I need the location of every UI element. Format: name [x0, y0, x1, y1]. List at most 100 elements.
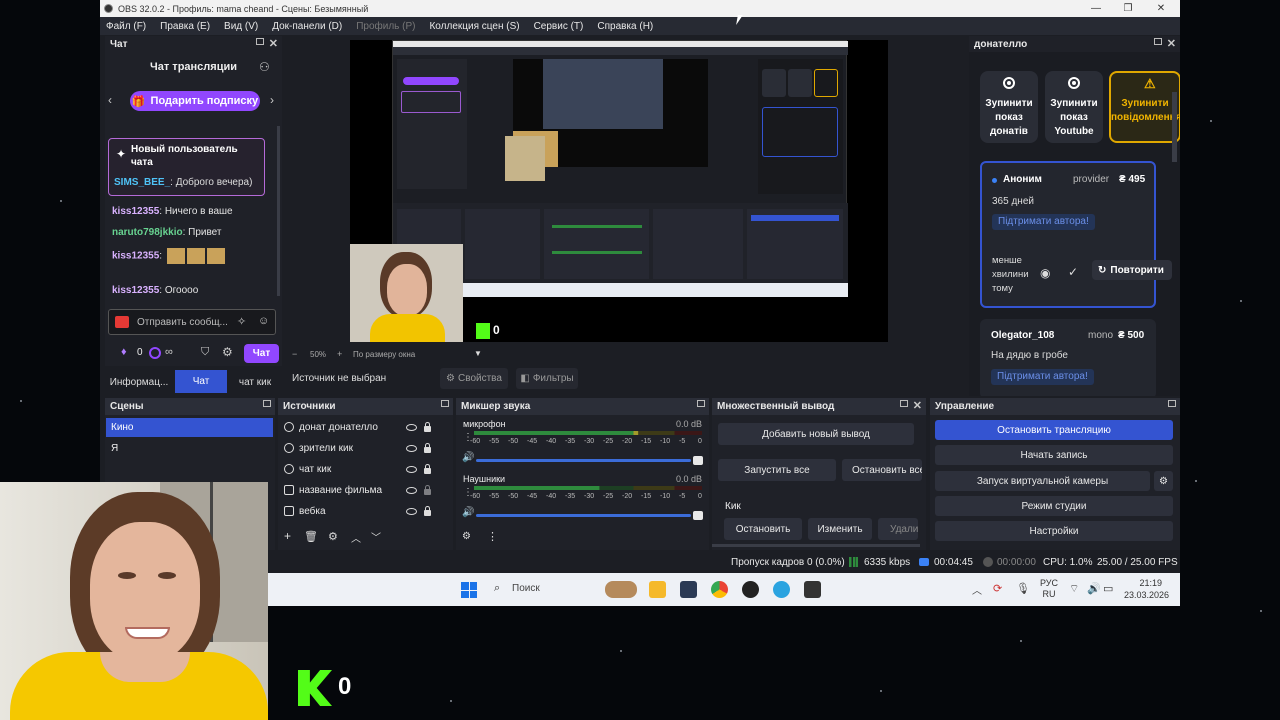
chevron-down-icon[interactable]: ▼ — [474, 349, 482, 358]
add-output-button[interactable]: Добавить новый вывод — [718, 423, 914, 445]
studio-mode-button[interactable]: Режим студии — [935, 496, 1173, 516]
chevron-right-icon[interactable]: › — [270, 93, 274, 107]
chat-scrollbar[interactable] — [277, 126, 280, 296]
emoji-icon[interactable]: ☺ — [258, 315, 269, 327]
lock-icon[interactable] — [424, 506, 431, 516]
trash-icon[interactable]: 🗑 — [304, 530, 318, 543]
close-icon[interactable]: ✕ — [1167, 37, 1176, 50]
chat-username[interactable]: naruto798jkkio — [112, 227, 183, 238]
menu-view[interactable]: Вид (V) — [218, 21, 266, 32]
eye-icon[interactable] — [406, 507, 417, 515]
battery-icon[interactable]: ▭ — [1103, 582, 1113, 595]
menu-scene-collection[interactable]: Коллекция сцен (S) — [423, 21, 527, 32]
properties-button[interactable]: ⚙ Свойства — [440, 368, 508, 389]
volume-icon[interactable]: 🔊 — [1087, 582, 1101, 595]
repeat-button[interactable]: ↻ Повторити — [1092, 260, 1172, 280]
edit-output-button[interactable]: Изменить — [808, 518, 872, 540]
float-icon[interactable] — [900, 400, 908, 407]
horizontal-scrollbar[interactable] — [712, 544, 920, 547]
eye-icon[interactable] — [406, 465, 417, 473]
eye-icon[interactable] — [406, 444, 417, 452]
shield-icon[interactable]: ⛉ — [201, 346, 209, 359]
tab-info[interactable]: Информац... — [105, 372, 173, 392]
source-item[interactable]: название фильма — [284, 481, 431, 499]
chat-username[interactable]: kiss12355 — [112, 206, 159, 217]
mic-icon[interactable]: 🎙 — [1016, 582, 1030, 595]
settings-button[interactable]: Настройки — [935, 521, 1173, 541]
users-icon[interactable]: ⚇ — [259, 60, 270, 74]
float-icon[interactable] — [697, 400, 705, 407]
chat-send-button[interactable]: Чат — [244, 344, 279, 363]
menu-profile[interactable]: Профиль (P) — [350, 21, 423, 32]
search-icon[interactable]: ⌕ — [494, 582, 500, 595]
chevron-up-icon[interactable]: ︿ — [351, 530, 361, 545]
wifi-icon[interactable]: ⌔ — [1069, 582, 1079, 596]
float-icon[interactable] — [263, 400, 271, 407]
maximize-button[interactable]: ❐ — [1113, 0, 1143, 17]
source-item[interactable]: чат кик — [284, 460, 431, 478]
eye-icon[interactable] — [406, 423, 417, 431]
stop-donations-button[interactable]: Зупинити показ донатів — [980, 71, 1038, 143]
minimize-button[interactable]: — — [1081, 0, 1111, 17]
gear-icon[interactable]: ⚙ — [222, 345, 233, 359]
search-highlight-icon[interactable] — [605, 581, 637, 598]
chevron-up-icon[interactable]: ︿ — [972, 582, 982, 597]
float-icon[interactable] — [441, 400, 449, 407]
preview-canvas[interactable]: 0 — [350, 40, 888, 342]
taskbar-search[interactable]: Поиск — [512, 583, 540, 594]
chat-username[interactable]: kiss12355 — [112, 251, 159, 262]
language-indicator[interactable]: РУС RU — [1040, 578, 1058, 600]
chevron-left-icon[interactable]: ‹ — [108, 93, 112, 107]
start-all-button[interactable]: Запустить все — [718, 459, 836, 481]
speaker-icon[interactable]: 🔊 — [462, 452, 474, 463]
unlock-icon[interactable] — [424, 485, 431, 495]
close-icon[interactable]: ✕ — [913, 399, 922, 412]
chevron-down-icon[interactable]: ﹀ — [371, 529, 381, 544]
sync-icon[interactable]: ⟳ — [993, 582, 1002, 595]
stop-all-button[interactable]: Остановить все — [842, 459, 922, 481]
source-item[interactable]: зрители кик — [284, 439, 431, 457]
support-author-link[interactable]: Підтримати автора! — [991, 369, 1094, 385]
float-icon[interactable] — [1168, 400, 1176, 407]
stop-stream-button[interactable]: Остановить трансляцию — [935, 420, 1173, 440]
clock[interactable]: 21:19 23.03.2026 — [1124, 577, 1169, 601]
gear-icon[interactable]: ⚙ — [462, 531, 471, 542]
chat-username[interactable]: kiss12355 — [112, 285, 159, 296]
volume-slider[interactable] — [476, 456, 703, 465]
telegram-icon[interactable] — [773, 581, 790, 598]
menu-tools[interactable]: Сервис (T) — [528, 21, 592, 32]
lock-icon[interactable] — [424, 464, 431, 474]
source-item[interactable]: вебка — [284, 502, 431, 520]
chat-username[interactable]: SIMS_BEE_ — [114, 177, 170, 188]
check-icon[interactable]: ✓ — [1068, 265, 1078, 279]
filters-button[interactable]: ◧ Фильтры — [516, 368, 578, 389]
folder-icon[interactable] — [649, 581, 666, 598]
gift-subscription-button[interactable]: 🎁 Подарить подписку — [130, 91, 260, 111]
gear-icon[interactable]: ⚙ — [328, 530, 338, 543]
obs-taskbar-icon[interactable] — [742, 581, 759, 598]
terminal-icon[interactable] — [804, 581, 821, 598]
eye-icon[interactable] — [406, 486, 417, 494]
stop-youtube-button[interactable]: Зупинити показ Youtube — [1045, 71, 1103, 143]
stop-messages-button[interactable]: ⚠ Зупинити повідомлення — [1109, 71, 1180, 143]
speaker-icon[interactable]: 🔊 — [462, 507, 474, 518]
menu-docks[interactable]: Док-панели (D) — [266, 21, 350, 32]
donatello-scrollbar[interactable] — [1172, 92, 1177, 162]
tab-kick-chat[interactable]: чат кик — [230, 372, 280, 392]
source-item[interactable]: донат донателло — [284, 418, 431, 436]
stop-output-button[interactable]: Остановить — [724, 518, 802, 540]
menu-help[interactable]: Справка (H) — [591, 21, 661, 32]
menu-file[interactable]: Файл (F) — [100, 21, 154, 32]
gear-icon[interactable]: ⚙ — [1154, 471, 1173, 491]
zoom-out-icon[interactable]: − — [292, 349, 297, 359]
chat-input[interactable]: Отправить сообщ... ✧ ☺ — [108, 309, 276, 335]
support-author-link[interactable]: Підтримати автора! — [992, 214, 1095, 230]
magic-icon[interactable]: ✧ — [237, 315, 246, 328]
tab-chat[interactable]: Чат — [175, 370, 227, 393]
volume-slider[interactable] — [476, 511, 703, 520]
lock-icon[interactable] — [424, 443, 431, 453]
start-icon[interactable] — [461, 582, 477, 598]
start-recording-button[interactable]: Начать запись — [935, 445, 1173, 465]
add-icon[interactable]: + — [284, 529, 291, 543]
eye-icon[interactable]: ◉ — [1040, 266, 1050, 280]
